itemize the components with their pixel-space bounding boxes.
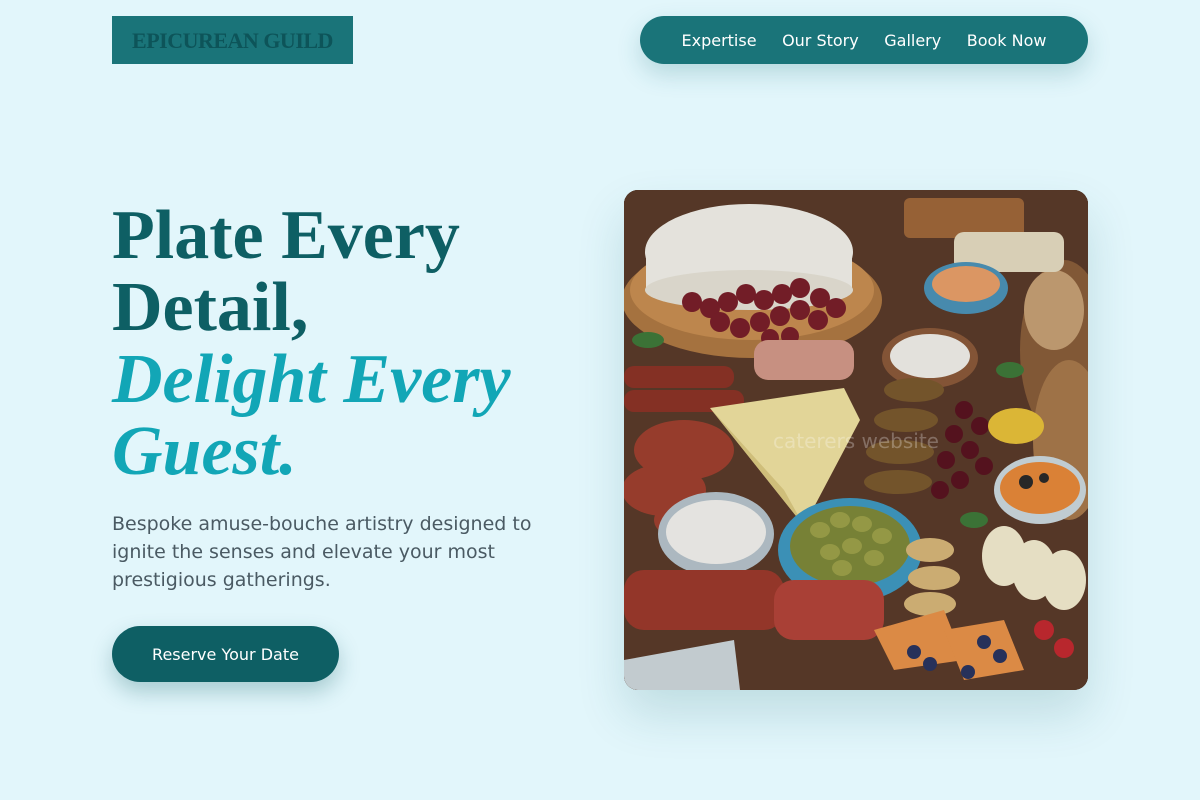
- nav-item-book-now[interactable]: Book Now: [967, 31, 1047, 50]
- nav-item-gallery[interactable]: Gallery: [884, 31, 941, 50]
- hero-image-charcuterie: caterers website: [624, 190, 1088, 690]
- brand-logo[interactable]: EPICUREAN GUILD: [112, 16, 353, 64]
- nav-item-expertise[interactable]: Expertise: [682, 31, 757, 50]
- image-watermark: caterers website: [773, 429, 939, 453]
- nav-item-our-story[interactable]: Our Story: [782, 31, 859, 50]
- main-nav: Expertise Our Story Gallery Book Now: [640, 16, 1088, 64]
- hero-headline: Plate Every Detail, Delight Every Guest.: [112, 200, 592, 488]
- headline-line-2: Delight Every Guest.: [112, 341, 511, 490]
- reserve-date-button[interactable]: Reserve Your Date: [112, 626, 339, 682]
- headline-line-1: Plate Every Detail,: [112, 197, 460, 346]
- hero-subtitle: Bespoke amuse-bouche artistry designed t…: [112, 513, 532, 591]
